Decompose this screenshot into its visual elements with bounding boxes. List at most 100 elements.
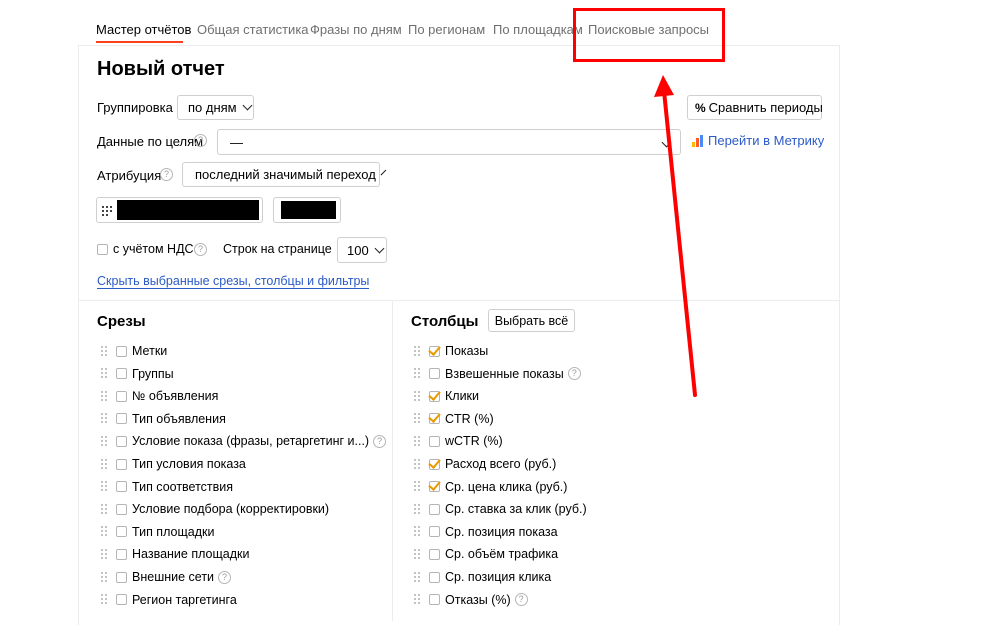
help-icon[interactable]: ? xyxy=(373,434,387,448)
drag-handle-icon[interactable] xyxy=(101,503,107,515)
column-checkbox[interactable] xyxy=(429,435,440,447)
drag-handle-icon[interactable] xyxy=(101,594,107,605)
column-item[interactable]: Ср. цена клика (руб.) xyxy=(414,478,567,496)
drag-handle-icon[interactable] xyxy=(414,548,420,560)
metrika-link[interactable]: Перейти в Метрику xyxy=(708,133,824,148)
column-checkbox[interactable] xyxy=(429,368,440,380)
slice-item[interactable]: Внешние сети? xyxy=(101,568,232,586)
slice-item-label: Тип площадки xyxy=(132,524,215,539)
slice-checkbox[interactable] xyxy=(116,413,127,425)
attribution-select[interactable]: последний значимый переход xyxy=(182,162,387,187)
tab-general-stats[interactable]: Общая статистика xyxy=(197,22,309,37)
chevron-down-icon xyxy=(374,243,385,253)
slice-checkbox[interactable] xyxy=(116,345,127,357)
drag-handle-icon[interactable] xyxy=(414,413,420,424)
column-item[interactable]: wCTR (%) xyxy=(414,432,503,450)
drag-handle-icon[interactable] xyxy=(101,345,107,357)
columns-title: Столбцы xyxy=(411,313,479,330)
help-icon[interactable]: ? xyxy=(514,593,528,607)
slice-checkbox[interactable] xyxy=(116,548,127,560)
slice-item[interactable]: Название площадки xyxy=(101,545,249,563)
slice-item[interactable]: Тип площадки xyxy=(101,523,214,541)
drag-handle-icon[interactable] xyxy=(414,345,420,357)
slice-item[interactable]: Группы xyxy=(101,365,174,383)
slice-checkbox[interactable] xyxy=(116,390,127,402)
drag-handle-icon[interactable] xyxy=(101,435,107,447)
slice-item[interactable]: Регион таргетинга xyxy=(101,591,237,609)
hide-filters-link[interactable]: Скрыть выбранные срезы, столбцы и фильтр… xyxy=(97,274,370,289)
slice-item[interactable]: Тип объявления xyxy=(101,410,226,428)
slice-checkbox[interactable] xyxy=(116,481,127,493)
column-checkbox[interactable] xyxy=(429,571,440,583)
drag-handle-icon[interactable] xyxy=(414,481,420,492)
column-item[interactable]: CTR (%) xyxy=(414,410,494,428)
slice-item[interactable]: № объявления xyxy=(101,387,218,405)
slice-item[interactable]: Тип условия показа xyxy=(101,455,246,473)
drag-handle-icon[interactable] xyxy=(414,571,420,583)
slice-item[interactable]: Условие показа (фразы, ретаргетинг и...)… xyxy=(101,432,387,450)
drag-handle-icon[interactable] xyxy=(414,503,420,515)
slice-checkbox[interactable] xyxy=(116,368,127,380)
goals-select[interactable]: — xyxy=(217,129,681,155)
select-all-button[interactable]: Выбрать всё xyxy=(488,309,575,332)
column-checkbox[interactable] xyxy=(428,455,441,470)
help-icon[interactable]: ? xyxy=(567,367,581,381)
column-checkbox[interactable] xyxy=(428,342,441,357)
column-item[interactable]: Ср. объём трафика xyxy=(414,545,558,563)
tab-report-wizard[interactable]: Мастер отчётов xyxy=(96,22,191,37)
drag-handle-icon[interactable] xyxy=(101,458,107,470)
help-icon[interactable]: ? xyxy=(218,570,232,584)
drag-handle-icon[interactable] xyxy=(101,526,107,537)
drag-handle-icon[interactable] xyxy=(414,390,420,402)
drag-handle-icon[interactable] xyxy=(414,526,420,537)
slice-checkbox[interactable] xyxy=(116,435,127,447)
column-item[interactable]: Ср. ставка за клик (руб.) xyxy=(414,500,587,518)
page-title: Новый отчет xyxy=(97,58,225,80)
column-checkbox[interactable] xyxy=(428,478,441,493)
slice-item[interactable]: Условие подбора (корректировки) xyxy=(101,500,329,518)
drag-handle-icon[interactable] xyxy=(414,458,420,470)
column-item[interactable]: Клики xyxy=(414,387,479,405)
tab-by-platform[interactable]: По площадкам xyxy=(493,22,583,37)
column-item[interactable]: Показы xyxy=(414,342,488,360)
checkmark-icon xyxy=(428,387,441,401)
slice-item[interactable]: Тип соответствия xyxy=(101,478,233,496)
slice-checkbox[interactable] xyxy=(116,594,127,606)
column-checkbox[interactable] xyxy=(429,548,440,560)
column-checkbox[interactable] xyxy=(429,526,440,538)
drag-handle-icon[interactable] xyxy=(101,571,107,583)
drag-handle-icon[interactable] xyxy=(101,390,107,402)
drag-handle-icon[interactable] xyxy=(101,548,107,560)
drag-handle-icon[interactable] xyxy=(414,594,420,605)
column-checkbox[interactable] xyxy=(429,594,440,606)
column-checkbox[interactable] xyxy=(429,503,440,515)
drag-handle-icon[interactable] xyxy=(101,368,107,379)
rows-per-page-select[interactable]: 100 xyxy=(337,237,387,263)
tab-by-region[interactable]: По регионам xyxy=(408,22,485,37)
slice-checkbox[interactable] xyxy=(116,458,127,470)
slice-checkbox[interactable] xyxy=(116,571,127,583)
column-checkbox[interactable] xyxy=(428,387,441,402)
drag-handle-icon[interactable] xyxy=(414,435,420,447)
column-checkbox[interactable] xyxy=(428,410,441,425)
help-icon[interactable]: ? xyxy=(194,134,207,147)
slice-item-label: Метки xyxy=(132,344,168,358)
help-icon[interactable]: ? xyxy=(160,168,173,181)
help-icon[interactable]: ? xyxy=(194,243,207,256)
slice-checkbox[interactable] xyxy=(116,526,127,538)
vat-checkbox[interactable] xyxy=(97,244,108,255)
column-item[interactable]: Ср. позиция клика xyxy=(414,568,551,586)
slice-checkbox[interactable] xyxy=(116,503,127,515)
redacted-period xyxy=(281,201,336,219)
grouping-select[interactable]: по дням xyxy=(177,95,254,120)
drag-handle-icon[interactable] xyxy=(414,368,420,379)
column-item[interactable]: Ср. позиция показа xyxy=(414,523,558,541)
column-item[interactable]: Взвешенные показы? xyxy=(414,365,581,383)
tab-phrases-by-day[interactable]: Фразы по дням xyxy=(310,22,402,37)
slice-item-label: Условие подбора (корректировки) xyxy=(132,502,330,517)
drag-handle-icon[interactable] xyxy=(101,481,107,492)
drag-handle-icon[interactable] xyxy=(101,413,107,424)
slice-item[interactable]: Метки xyxy=(101,342,167,360)
column-item[interactable]: Отказы (%)? xyxy=(414,591,528,609)
column-item[interactable]: Расход всего (руб.) xyxy=(414,455,556,473)
